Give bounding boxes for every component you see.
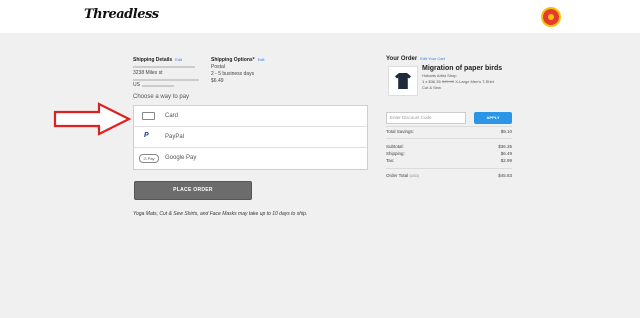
product-thumbnail[interactable] — [388, 66, 418, 96]
shipping-options-edit-link[interactable]: Edit — [258, 57, 265, 62]
shipping-method: Postal — [211, 64, 225, 70]
user-avatar-icon[interactable] — [541, 7, 561, 27]
subtotal-label: Subtotal: — [386, 144, 404, 149]
place-order-button[interactable]: PLACE ORDER — [134, 181, 252, 200]
product-desc: X-Large Men's T-Shirt — [455, 79, 494, 84]
shipping-details-edit-link[interactable]: Edit — [175, 57, 182, 62]
shipping-eta: 2 - 5 business days — [211, 71, 255, 77]
apply-discount-button[interactable]: APPLY — [474, 112, 512, 124]
product-price: $36.35 — [428, 79, 441, 84]
order-total-currency: (USD) — [409, 174, 420, 178]
total-savings-label: Total Savings: — [386, 129, 415, 134]
divider — [386, 126, 512, 127]
choose-payment-label: Choose a way to pay — [133, 94, 190, 100]
your-order-heading: Your Order Edit Your Cart — [386, 56, 445, 62]
redacted-city — [133, 79, 199, 81]
order-total-text: Order Total — [386, 173, 409, 178]
product-artist: Hobarts Artist Shop — [422, 73, 457, 78]
divider — [386, 168, 512, 169]
payment-methods: Card P PayPal G Pay Google Pay — [133, 105, 368, 170]
order-total-value: $45.83 — [498, 173, 512, 178]
divider — [386, 138, 512, 139]
tax-label: Tax: — [386, 158, 395, 163]
payment-option-label: Card — [165, 113, 179, 119]
credit-card-icon — [142, 112, 155, 120]
product-line-item: 1 x $36.35 $45.45 X-Large Men's T-Shirt — [422, 79, 494, 84]
subtotal-value: $36.35 — [498, 144, 512, 149]
payment-option-label: Google Pay — [165, 155, 197, 161]
tax-value: $2.99 — [500, 158, 512, 163]
shipping-options-heading: Shipping Options* Edit — [211, 57, 265, 63]
red-arrow-annotation-icon — [53, 102, 132, 136]
shipping-label: Shipping: — [386, 151, 405, 156]
payment-option-label: PayPal — [165, 134, 185, 140]
shipping-time-note: Yoga Mats, Cut & Sew Shirts, and Face Ma… — [133, 211, 308, 217]
payment-option-google-pay[interactable]: G Pay Google Pay — [134, 148, 367, 169]
shipping-price: $6.49 — [211, 78, 224, 84]
top-bar: Threadless — [0, 0, 640, 33]
your-order-title: Your Order — [386, 56, 418, 62]
shipping-address-line: 3238 Miles st — [133, 70, 163, 76]
order-total-label: Order Total (USD) — [386, 173, 419, 178]
redacted-name — [133, 66, 195, 68]
payment-option-paypal[interactable]: P PayPal — [134, 127, 367, 148]
discount-code-input[interactable]: Enter Discount Code — [386, 112, 466, 124]
redacted-phone — [142, 85, 174, 87]
product-qty: 1 x — [422, 79, 428, 84]
shipping-details-heading: Shipping Details Edit — [133, 57, 182, 63]
shipping-value: $6.49 — [500, 151, 512, 156]
shipping-details-title: Shipping Details — [133, 57, 173, 63]
product-title: Migration of paper birds — [422, 65, 503, 72]
google-pay-icon: G Pay — [139, 154, 159, 163]
total-savings-value: $9.10 — [500, 129, 512, 134]
product-type: Cut & Sew — [422, 85, 441, 90]
t-shirt-icon — [395, 73, 411, 89]
payment-option-card[interactable]: Card — [134, 106, 367, 127]
paypal-icon: P — [144, 132, 149, 139]
product-old-price: $45.45 — [441, 79, 455, 84]
shipping-options-title: Shipping Options* — [211, 57, 255, 63]
threadless-logo[interactable]: Threadless — [84, 7, 159, 22]
edit-cart-link[interactable]: Edit Your Cart — [420, 56, 445, 61]
shipping-country: US — [133, 82, 140, 88]
